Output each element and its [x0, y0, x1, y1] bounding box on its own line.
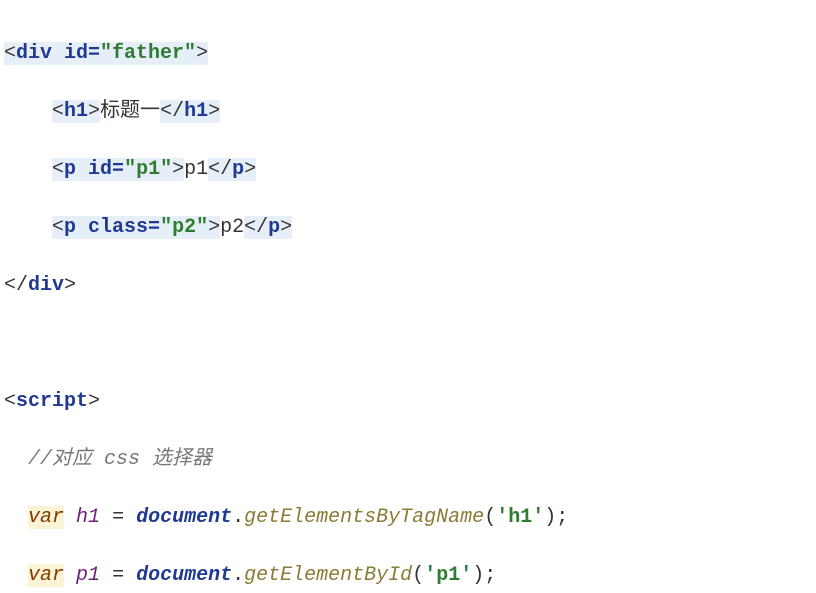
code-line: <h1>标题一</h1> — [4, 97, 816, 126]
attr-name: id= — [76, 158, 124, 181]
angle-bracket: > — [280, 216, 292, 239]
keyword: var — [28, 564, 64, 587]
tag-name: p — [64, 216, 76, 239]
tag-name: p — [232, 158, 244, 181]
angle-bracket: </ — [208, 158, 232, 181]
method: getElementsByTagName — [244, 506, 484, 529]
text-content: p1 — [184, 158, 208, 181]
code-line: <script> — [4, 387, 816, 416]
code-line: //对应 css 选择器 — [4, 445, 816, 474]
comment: //对应 css 选择器 — [28, 448, 212, 471]
angle-bracket: < — [52, 216, 64, 239]
angle-bracket: > — [64, 274, 76, 297]
attr-value: "p2" — [160, 216, 208, 239]
angle-bracket: </ — [244, 216, 268, 239]
code-line: var h1 = document.getElementsByTagName('… — [4, 503, 816, 532]
code-line: </div> — [4, 271, 816, 300]
angle-bracket: < — [4, 42, 16, 65]
angle-bracket: < — [4, 390, 16, 413]
tag-name: h1 — [64, 100, 88, 123]
angle-bracket: > — [208, 100, 220, 123]
angle-bracket: < — [52, 158, 64, 181]
angle-bracket: > — [244, 158, 256, 181]
tag-name: div — [16, 42, 52, 65]
attr-name: class= — [76, 216, 160, 239]
code-line: var p1 = document.getElementById('p1'); — [4, 561, 816, 590]
tag-name: script — [16, 390, 88, 413]
attr-value: "father" — [100, 42, 196, 65]
angle-bracket: > — [196, 42, 208, 65]
text-content: 标题一 — [100, 100, 160, 123]
angle-bracket: > — [88, 100, 100, 123]
keyword: var — [28, 506, 64, 529]
code-line: <p id="p1">p1</p> — [4, 155, 816, 184]
angle-bracket: > — [172, 158, 184, 181]
angle-bracket: > — [88, 390, 100, 413]
identifier: p1 — [76, 564, 100, 587]
angle-bracket: < — [52, 100, 64, 123]
string-arg: 'h1' — [496, 506, 544, 529]
code-line: <p class="p2">p2</p> — [4, 213, 816, 242]
code-editor: <div id="father"> <h1>标题一</h1> <p id="p1… — [0, 0, 816, 593]
tag-name: p — [64, 158, 76, 181]
text-content: p2 — [220, 216, 244, 239]
object: document — [136, 506, 232, 529]
angle-bracket: > — [208, 216, 220, 239]
angle-bracket: </ — [4, 274, 28, 297]
code-line — [4, 329, 816, 358]
code-line: <div id="father"> — [4, 39, 816, 68]
attr-name: id= — [52, 42, 100, 65]
tag-name: p — [268, 216, 280, 239]
object: document — [136, 564, 232, 587]
method: getElementById — [244, 564, 412, 587]
string-arg: 'p1' — [424, 564, 472, 587]
tag-name: h1 — [184, 100, 208, 123]
attr-value: "p1" — [124, 158, 172, 181]
angle-bracket: </ — [160, 100, 184, 123]
identifier: h1 — [76, 506, 100, 529]
tag-name: div — [28, 274, 64, 297]
